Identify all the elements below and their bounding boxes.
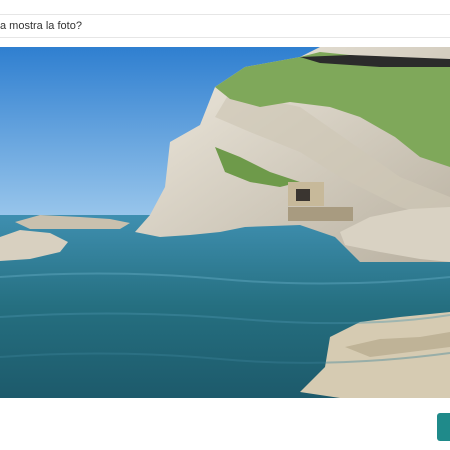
photo <box>0 47 450 398</box>
next-button[interactable] <box>437 413 450 441</box>
photo-image <box>0 47 450 398</box>
question-text: a mostra la foto? <box>0 20 82 32</box>
bunker-opening <box>296 189 310 201</box>
question-bar: a mostra la foto? <box>0 14 450 38</box>
seawall <box>288 207 353 221</box>
screen: a mostra la foto? <box>0 0 450 450</box>
